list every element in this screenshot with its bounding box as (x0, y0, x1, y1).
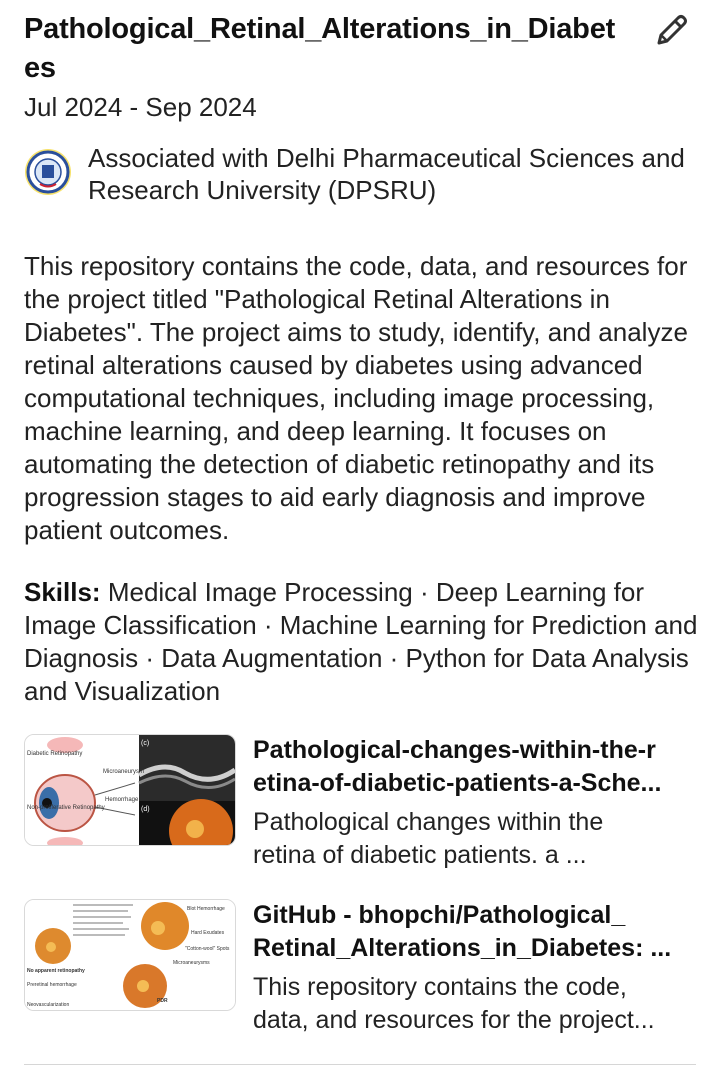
thumb-label: (d) (141, 806, 150, 813)
edit-button[interactable] (648, 8, 694, 54)
media-thumbnail[interactable]: Blot Hemorrhage Hard Exudates "Cotton-wo… (24, 899, 236, 1011)
media-description: Pathological changes within the retina o… (253, 806, 703, 872)
thumb-label: Neovascularization (27, 1002, 69, 1008)
thumb-label: Preretinal hemorrhage (27, 982, 77, 988)
thumb-label: PDR (157, 998, 168, 1004)
media-title-line: etina-of-diabetic-patients-a-Sche... (253, 769, 662, 797)
media-title-line: GitHub - bhopchi/Pathological_ (253, 901, 626, 929)
media-item[interactable]: Blot Hemorrhage Hard Exudates "Cotton-wo… (24, 899, 704, 1039)
thumb-label: Microaneurysm (103, 769, 144, 775)
media-thumbnail[interactable]: Diabetic Retinopathy Microaneurysm Hemor… (24, 734, 236, 846)
media-desc-line: Pathological changes within the (253, 808, 604, 836)
media-title-line: Pathological-changes-within-the-r (253, 736, 656, 764)
media-item[interactable]: Diabetic Retinopathy Microaneurysm Hemor… (24, 734, 704, 874)
media-description: This repository contains the code, data,… (253, 971, 703, 1037)
media-desc-line: data, and resources for the project... (253, 1006, 655, 1034)
thumb-label: Non-proliferative Retinopathy (27, 805, 105, 811)
thumb-label: Hemorrhage (105, 797, 139, 803)
media-title[interactable]: GitHub - bhopchi/Pathological_ Retinal_A… (253, 899, 698, 965)
skills-section: Skills: Medical Image Processing · Deep … (24, 576, 704, 708)
project-title: Pathological_Retinal_Alterations_in_Diab… (24, 13, 616, 84)
skills-label: Skills: (24, 577, 101, 607)
pencil-icon (657, 15, 687, 45)
thumb-label: "Cotton-wool" Spots (185, 946, 230, 952)
media-desc-line: retina of diabetic patients. a ... (253, 841, 587, 869)
media-desc-line: This repository contains the code, (253, 973, 627, 1001)
university-seal-logo (24, 148, 72, 196)
thumb-label: (c) (141, 740, 149, 747)
thumb-label: Hard Exudates (191, 930, 225, 936)
media-title-line: Retinal_Alterations_in_Diabetes: ... (253, 934, 672, 962)
association-text: Associated with Delhi Pharmaceutical Sci… (88, 143, 685, 205)
thumb-label: Blot Hemorrhage (187, 906, 225, 912)
project-dates: Jul 2024 - Sep 2024 (24, 92, 257, 122)
project-description: This repository contains the code, data,… (24, 251, 688, 545)
section-divider (24, 1064, 696, 1065)
thumb-label: Microaneurysms (173, 960, 210, 966)
skills-list: Medical Image Processing · Deep Learning… (24, 577, 698, 706)
thumb-label: No apparent retinopathy (27, 968, 85, 974)
media-title[interactable]: Pathological-changes-within-the-r etina-… (253, 734, 698, 800)
thumb-label: Diabetic Retinopathy (27, 751, 82, 757)
